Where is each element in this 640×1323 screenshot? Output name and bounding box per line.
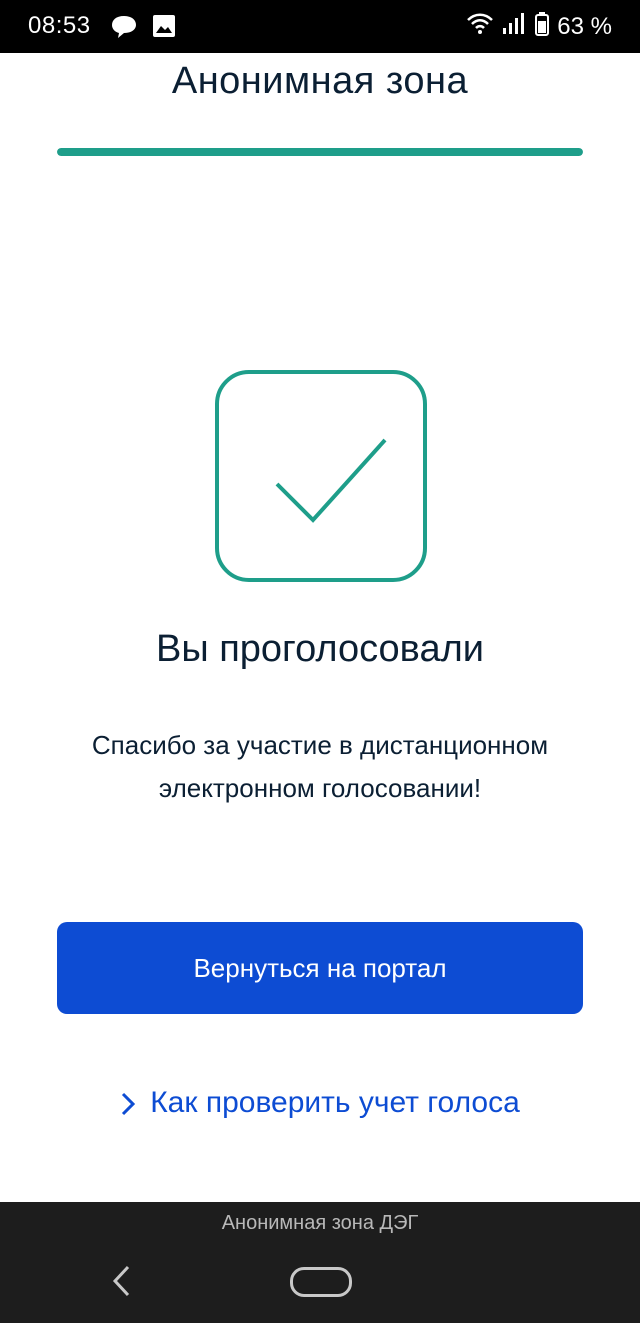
checkmark-icon (215, 370, 427, 582)
status-time: 08:53 (28, 12, 91, 39)
result-heading: Вы проголосовали (156, 628, 484, 670)
image-icon (152, 14, 176, 45)
notification-icons (110, 14, 176, 45)
app-title: Анонимная зона ДЭГ (221, 1212, 419, 1234)
home-pill-icon[interactable] (290, 1267, 352, 1297)
result-message: Спасибо за участие в дистанционном элект… (91, 730, 549, 803)
battery-icon (535, 12, 550, 41)
system-status: 63 % (467, 12, 612, 41)
progress-bar-fill (57, 148, 583, 156)
page-title: Анонимная зона (171, 60, 469, 102)
progress-bar (57, 148, 583, 156)
battery-percent: 63 % (557, 12, 612, 40)
how-to-check-vote-label: Как проверить учет голоса (150, 1086, 520, 1119)
back-icon[interactable] (108, 1264, 138, 1303)
system-nav-bar: Анонимная зона ДЭГ (0, 1202, 640, 1323)
return-to-portal-label: Вернуться на портал (193, 952, 447, 983)
status-bar: 08:53 63 % (0, 0, 640, 53)
signal-icon (501, 12, 527, 41)
chat-bubble-icon (110, 14, 138, 45)
return-to-portal-button[interactable]: Вернуться на портал (57, 922, 583, 1014)
how-to-check-vote-link[interactable]: Как проверить учет голоса (0, 1086, 640, 1120)
chevron-right-icon (120, 1091, 136, 1117)
wifi-icon (467, 13, 494, 40)
